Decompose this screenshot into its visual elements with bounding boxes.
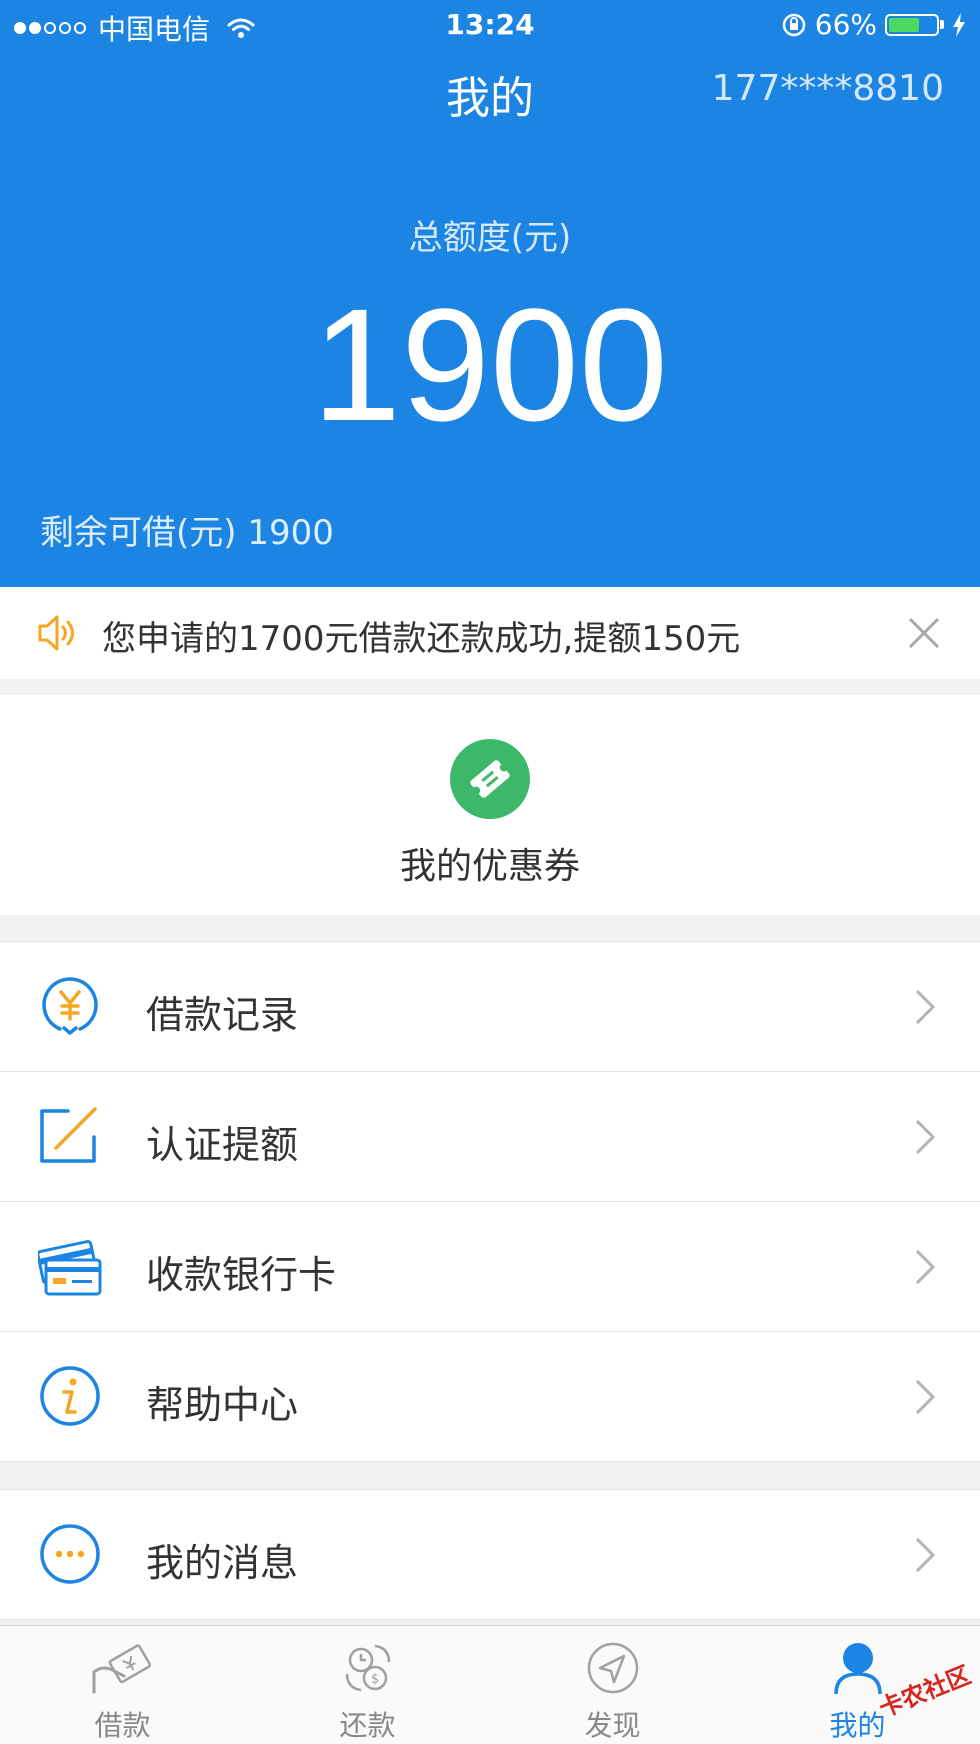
tab-label: 借款 bbox=[94, 1709, 151, 1742]
chevron-right-icon bbox=[915, 1537, 936, 1573]
battery-percent: 66% bbox=[814, 8, 877, 41]
menu-item-label: 帮助中心 bbox=[146, 1383, 299, 1427]
status-bar-right: 66% bbox=[781, 8, 966, 41]
tab-label: 我的 bbox=[829, 1709, 886, 1742]
menu-item-label: 收款银行卡 bbox=[146, 1253, 337, 1297]
info-icon bbox=[40, 1366, 100, 1426]
coupon-label: 我的优惠券 bbox=[399, 846, 580, 887]
menu-item-label: 借款记录 bbox=[146, 993, 299, 1037]
discover-icon bbox=[587, 1642, 639, 1694]
loan-icon bbox=[92, 1644, 152, 1694]
edit-icon bbox=[40, 1107, 97, 1163]
chevron-right-icon bbox=[915, 1119, 936, 1155]
menu-item-help-center[interactable]: 帮助中心 bbox=[0, 1332, 980, 1461]
remaining-borrowable: 剩余可借(元) 1900 bbox=[40, 513, 334, 553]
phone-number: 177****8810 bbox=[711, 68, 944, 109]
my-coupons-button[interactable]: 我的优惠券 bbox=[0, 695, 980, 915]
coupon-icon bbox=[450, 739, 530, 819]
menu-item-bank-card[interactable]: 收款银行卡 bbox=[0, 1202, 980, 1332]
bank-card-icon bbox=[38, 1240, 102, 1296]
charging-icon bbox=[953, 12, 965, 37]
tab-label: 发现 bbox=[584, 1709, 641, 1742]
chevron-right-icon bbox=[915, 1249, 936, 1285]
orientation-lock-icon bbox=[782, 13, 806, 36]
speaker-icon bbox=[38, 615, 74, 651]
tab-loan[interactable]: 借款 bbox=[0, 1626, 245, 1744]
svg-text:$: $ bbox=[371, 1672, 379, 1687]
notice-bar: 您申请的1700元借款还款成功,提额150元 bbox=[0, 587, 980, 679]
total-quota-label: 总额度(元) bbox=[408, 218, 572, 258]
chevron-right-icon bbox=[915, 1379, 936, 1415]
tab-bar: 借款 $ 还款 发现 我的 卡农社区 bbox=[0, 1625, 980, 1744]
chevron-right-icon bbox=[915, 989, 936, 1025]
menu-item-label: 我的消息 bbox=[146, 1541, 299, 1585]
battery-icon bbox=[885, 13, 939, 36]
menu-item-my-messages[interactable]: 我的消息 bbox=[0, 1490, 980, 1619]
menu-list: 借款记录 认证提额 收款银行卡 帮助中心 bbox=[0, 941, 980, 1462]
tab-label: 还款 bbox=[339, 1709, 396, 1742]
yuan-icon bbox=[42, 977, 98, 1035]
notice-text: 您申请的1700元借款还款成功,提额150元 bbox=[102, 619, 741, 659]
total-quota-value: 1900 bbox=[312, 275, 668, 454]
tab-mine[interactable]: 我的 卡农社区 bbox=[735, 1626, 980, 1744]
menu-item-label: 认证提额 bbox=[146, 1123, 299, 1167]
status-bar: 中国电信 13:24 66% bbox=[0, 0, 980, 50]
close-icon[interactable] bbox=[904, 613, 944, 653]
account-header: 中国电信 13:24 66% 我的 177****8810 总额度(元) 190… bbox=[0, 0, 980, 587]
repay-icon: $ bbox=[345, 1644, 391, 1692]
tab-repay[interactable]: $ 还款 bbox=[245, 1626, 490, 1744]
messages-list: 我的消息 bbox=[0, 1489, 980, 1620]
menu-item-loan-records[interactable]: 借款记录 bbox=[0, 942, 980, 1072]
more-messages-icon bbox=[40, 1524, 100, 1584]
tab-discover[interactable]: 发现 bbox=[490, 1626, 735, 1744]
menu-item-verify-increase[interactable]: 认证提额 bbox=[0, 1072, 980, 1202]
